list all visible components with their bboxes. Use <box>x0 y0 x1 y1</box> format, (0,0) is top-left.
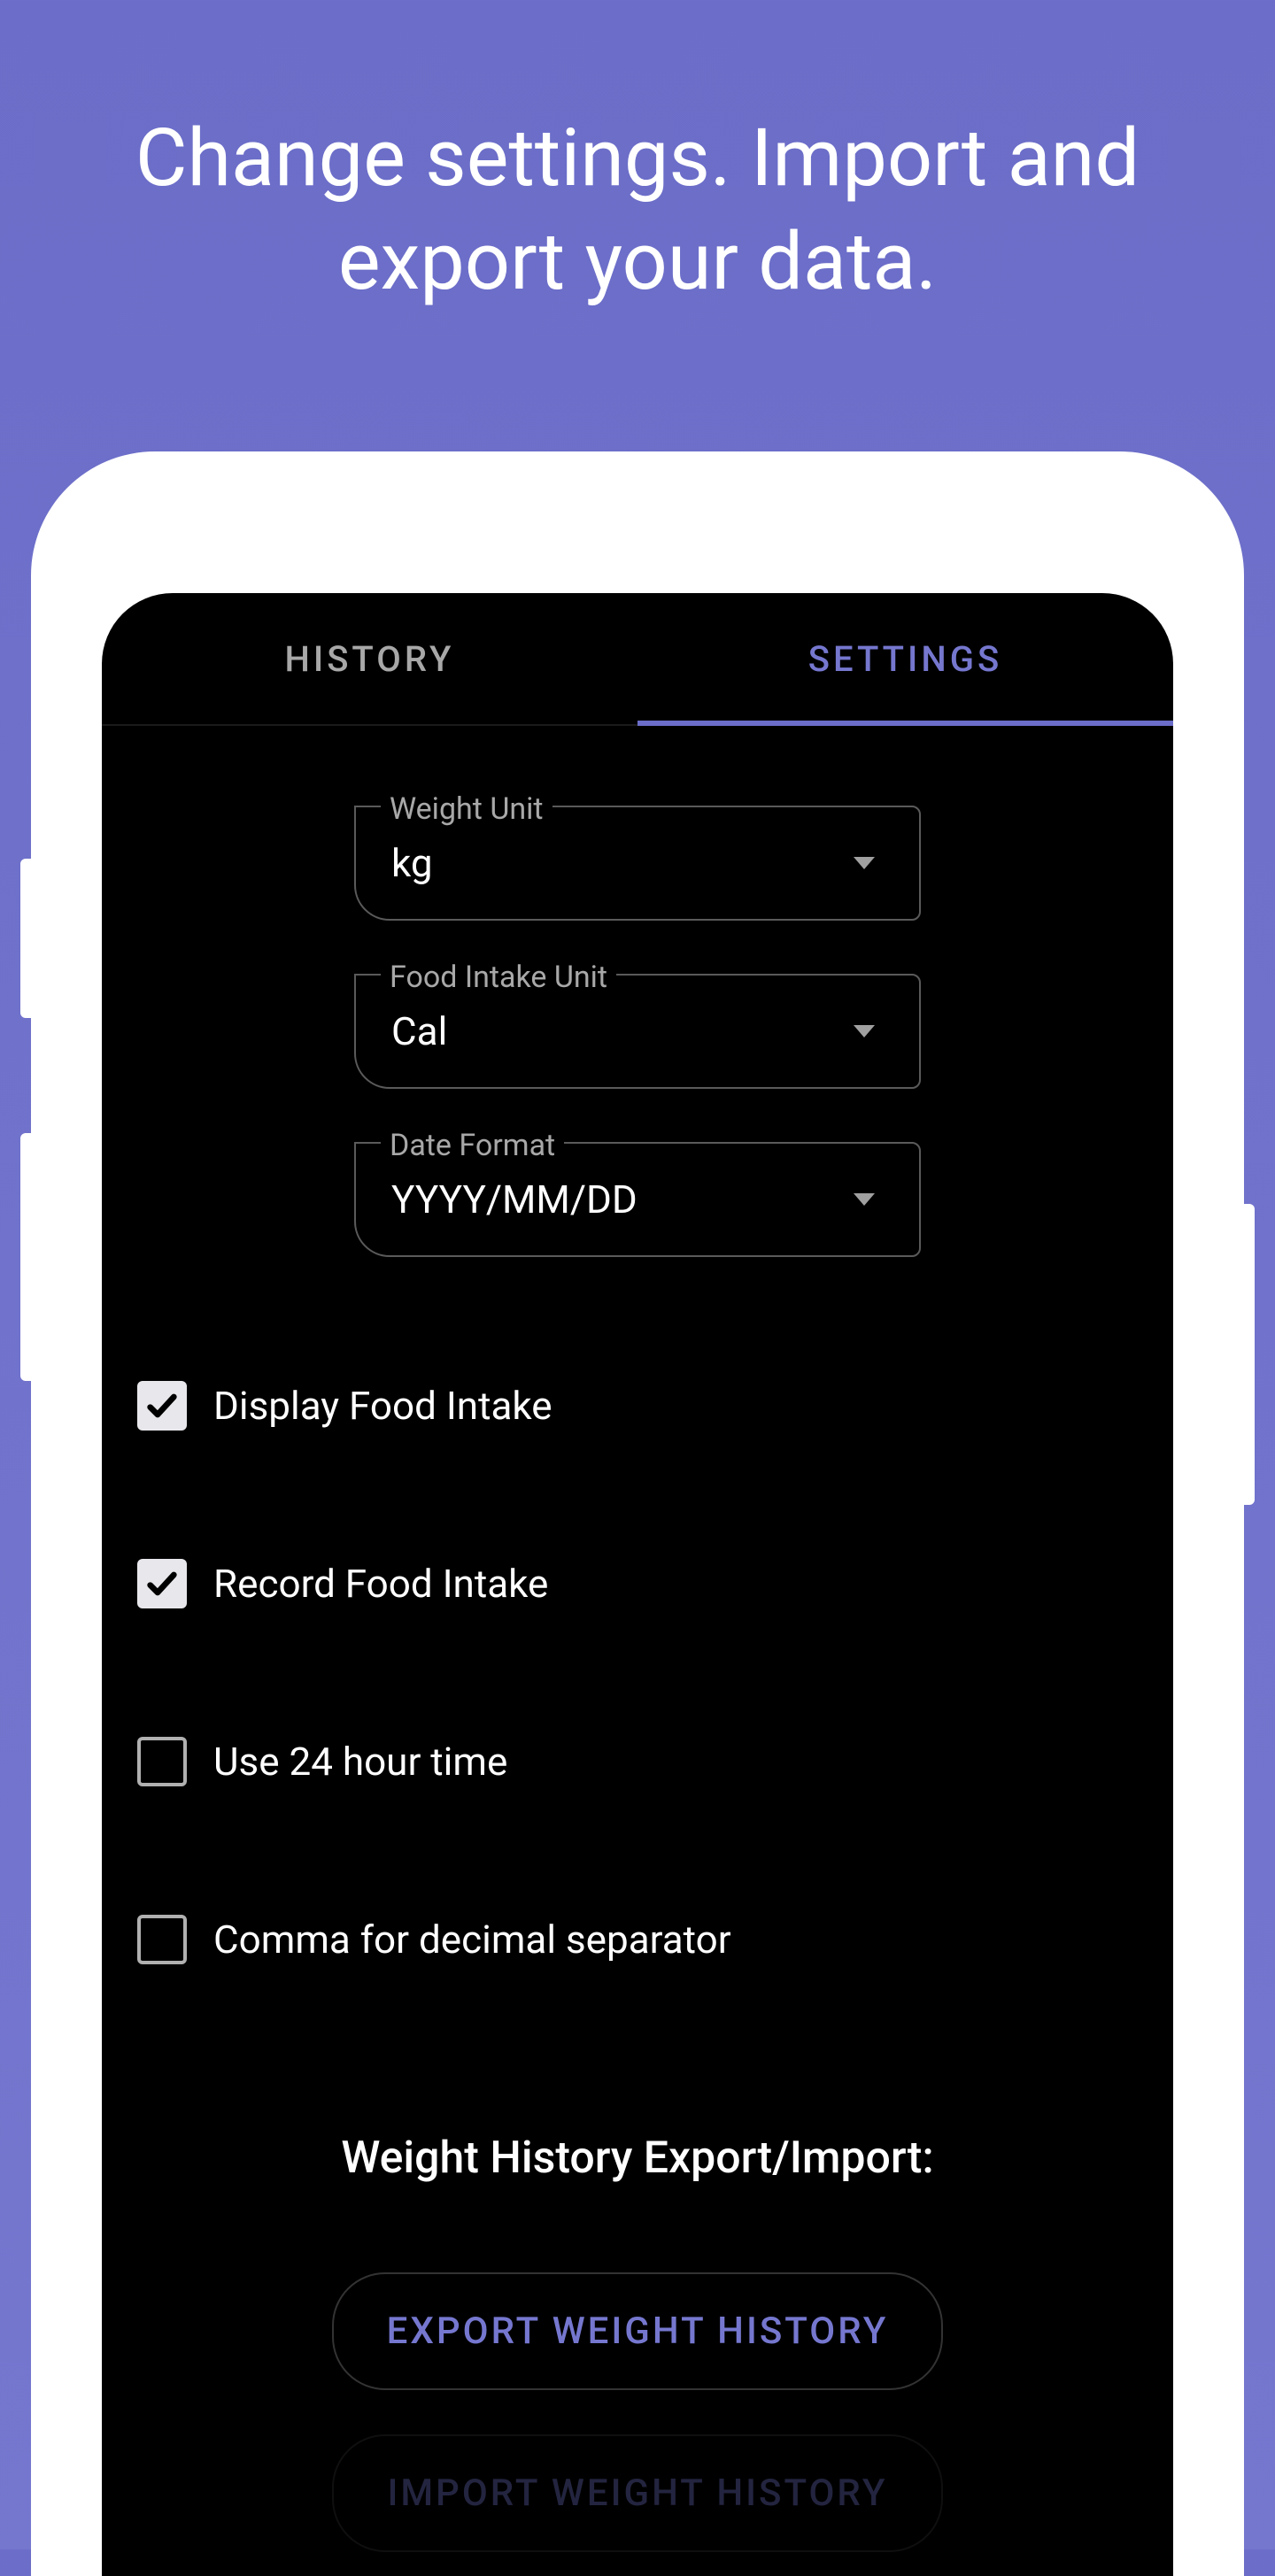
chevron-down-icon <box>854 1193 875 1206</box>
phone-mockup: HISTORY SETTINGS Weight Unit kg Food Int… <box>31 451 1244 2576</box>
chevron-down-icon <box>854 1025 875 1037</box>
checkmark-icon <box>144 1566 180 1601</box>
display-food-checkbox[interactable] <box>137 1381 187 1431</box>
food-unit-label: Food Intake Unit <box>381 960 616 995</box>
date-format-field: Date Format YYYY/MM/DD <box>354 1142 921 1257</box>
import-weight-button[interactable]: IMPORT WEIGHT HISTORY <box>332 2434 942 2552</box>
promo-heading: Change settings. Import and export your … <box>0 0 1275 313</box>
export-import-heading: Weight History Export/Import: <box>102 1964 1173 2272</box>
24hour-checkbox[interactable] <box>137 1737 187 1786</box>
record-food-checkbox[interactable] <box>137 1559 187 1608</box>
comma-decimal-checkbox-row[interactable]: Comma for decimal separator <box>120 1915 1155 1964</box>
weight-unit-value: kg <box>391 840 433 886</box>
tab-bar: HISTORY SETTINGS <box>102 593 1173 726</box>
tab-history[interactable]: HISTORY <box>102 593 638 724</box>
export-weight-button[interactable]: EXPORT WEIGHT HISTORY <box>332 2272 944 2390</box>
weight-unit-field: Weight Unit kg <box>354 806 921 921</box>
tab-settings[interactable]: SETTINGS <box>638 593 1173 724</box>
date-format-label: Date Format <box>381 1128 564 1163</box>
checkmark-icon <box>144 1388 180 1423</box>
display-food-checkbox-row[interactable]: Display Food Intake <box>120 1381 1155 1431</box>
food-unit-field: Food Intake Unit Cal <box>354 974 921 1089</box>
phone-volume-button <box>20 859 31 1018</box>
comma-decimal-checkbox[interactable] <box>137 1915 187 1964</box>
chevron-down-icon <box>854 857 875 869</box>
record-food-label: Record Food Intake <box>213 1561 548 1607</box>
comma-decimal-label: Comma for decimal separator <box>213 1917 731 1963</box>
24hour-label: Use 24 hour time <box>213 1739 507 1785</box>
date-format-value: YYYY/MM/DD <box>391 1176 638 1222</box>
phone-screen: HISTORY SETTINGS Weight Unit kg Food Int… <box>102 593 1173 2576</box>
weight-unit-label: Weight Unit <box>381 791 552 827</box>
display-food-label: Display Food Intake <box>213 1383 552 1429</box>
phone-power-button <box>1244 1204 1255 1505</box>
record-food-checkbox-row[interactable]: Record Food Intake <box>120 1559 1155 1608</box>
24hour-checkbox-row[interactable]: Use 24 hour time <box>120 1737 1155 1786</box>
food-unit-value: Cal <box>391 1008 447 1054</box>
phone-volume-button <box>20 1133 31 1381</box>
